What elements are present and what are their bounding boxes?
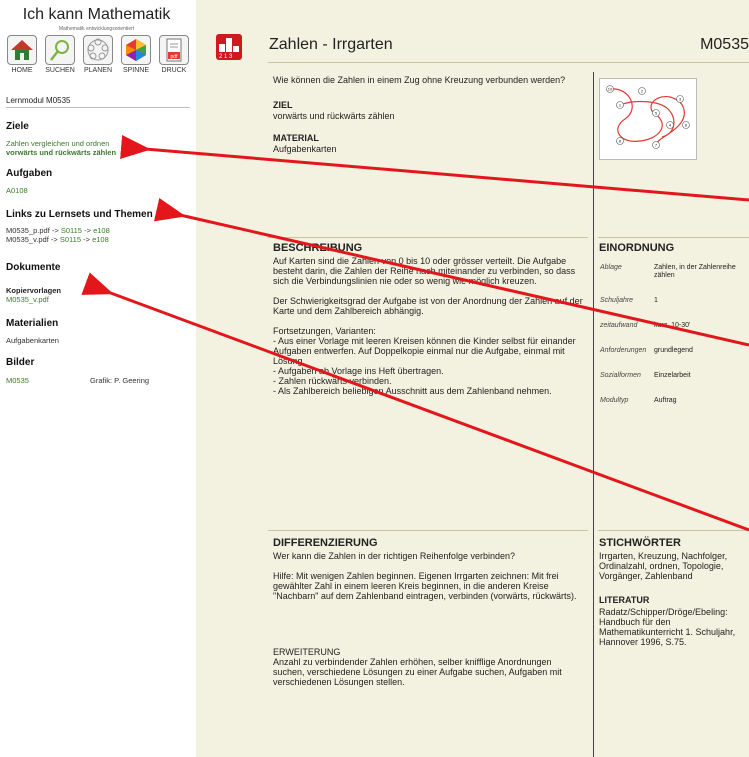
literatur-text: Radatz/Schipper/Dröge/Ebeling: Handbuch … xyxy=(599,607,736,647)
svg-text:pdf: pdf xyxy=(171,54,179,60)
einordnung-value: Auftrag xyxy=(654,397,677,404)
kopiervorlagen-label: Kopiervorlagen xyxy=(6,286,62,295)
lernset-link[interactable]: S0115 xyxy=(61,226,82,235)
material-item: Aufgabenkarten xyxy=(6,336,59,345)
einordnung-label: Anforderungen xyxy=(600,347,647,354)
module-id: Lernmodul M0535 xyxy=(6,96,71,105)
einordnung-value: Zahlen, in der Zahlenreihe zählen xyxy=(654,264,736,279)
pdf-print-icon: pdf xyxy=(159,35,189,65)
stichwoerter-text: Irrgarten, Kreuzung, Nachfolger, Ordinal… xyxy=(599,551,728,581)
ziel-text: vorwärts und rückwärts zählen xyxy=(273,111,395,121)
einordnung-label: Schuljahre xyxy=(600,297,634,304)
material-heading: MATERIAL xyxy=(273,133,319,143)
home-icon xyxy=(7,35,37,65)
einordnung-value: kurz, 10-30' xyxy=(654,322,691,329)
svg-text:2 1 3: 2 1 3 xyxy=(219,54,233,60)
ziele-heading: Ziele xyxy=(6,121,29,132)
bild-credit: Grafik: P. Geering xyxy=(90,376,150,385)
bild-link[interactable]: M0535 xyxy=(6,376,29,385)
ziel-link-1[interactable]: Zahlen vergleichen und ordnen xyxy=(6,139,109,148)
einordnung-label: Sozialformen xyxy=(600,372,641,379)
einordnung-label: zeitaufwand xyxy=(600,322,638,329)
aufgaben-heading: Aufgaben xyxy=(6,168,53,179)
einordnung-heading: EINORDNUNG xyxy=(599,242,675,254)
differenzierung-text: Wer kann die Zahlen in der richtigen Rei… xyxy=(273,551,577,601)
spider-icon xyxy=(121,35,151,65)
planner-icon xyxy=(83,35,113,65)
module-code: M0535 xyxy=(700,36,749,53)
links-heading: Links zu Lernsets und Themen xyxy=(6,209,153,220)
section-divider xyxy=(598,530,749,531)
differenzierung-heading: DIFFERENZIERUNG xyxy=(273,537,378,549)
stichwoerter-heading: STICHWÖRTER xyxy=(599,537,681,549)
dokumente-heading: Dokumente xyxy=(6,262,61,273)
brand-title[interactable]: Ich kann Mathematik xyxy=(0,6,193,24)
nav-druck[interactable]: pdf DRUCK xyxy=(157,35,191,75)
aufgabe-link[interactable]: A0108 xyxy=(6,186,28,195)
main-nav: HOME SUCHEN PLANEN SPINNE pdf DRUCK xyxy=(5,35,191,75)
literatur-heading: LITERATUR xyxy=(599,595,650,605)
beschreibung-heading: BESCHREIBUNG xyxy=(273,242,363,254)
maze-illustration: 10 2 3 1 5 4 6 8 7 xyxy=(606,85,690,149)
erweiterung-heading: ERWEITERUNG xyxy=(273,647,341,657)
maze-image[interactable]: 10 2 3 1 5 4 6 8 7 xyxy=(599,78,697,160)
ziel-heading: ZIEL xyxy=(273,100,293,110)
nav-planen[interactable]: PLANEN xyxy=(81,35,115,75)
document-link[interactable]: M0535_v.pdf xyxy=(6,295,49,304)
erweiterung-text: Anzahl zu verbindender Zahlen erhöhen, s… xyxy=(273,657,562,687)
title-divider xyxy=(268,62,749,63)
einordnung-value: Einzelarbeit xyxy=(654,372,691,379)
nav-suchen[interactable]: SUCHEN xyxy=(43,35,77,75)
thema-link[interactable]: e108 xyxy=(92,235,109,244)
materialien-heading: Materialien xyxy=(6,318,59,329)
ziel-link-2[interactable]: vorwärts und rückwärts zählen xyxy=(6,148,116,157)
svg-text:10: 10 xyxy=(608,87,613,92)
nav-spinne[interactable]: SPINNE xyxy=(119,35,153,75)
material-text: Aufgabenkarten xyxy=(273,144,337,154)
section-divider xyxy=(268,237,588,238)
thema-link[interactable]: e108 xyxy=(93,226,110,235)
section-divider xyxy=(268,530,588,531)
lernset-link[interactable]: S0115 xyxy=(60,235,81,244)
brand-subtitle: Mathematik entwicklungsorientiert xyxy=(58,26,135,32)
page-title: Zahlen - Irrgarten xyxy=(269,36,393,53)
bilder-heading: Bilder xyxy=(6,357,35,368)
column-divider xyxy=(593,72,594,757)
link-row-2: M0535_v.pdf -> S0115 -> e108 xyxy=(6,235,109,244)
einordnung-label: Modultyp xyxy=(600,397,629,404)
nav-home[interactable]: HOME xyxy=(5,35,39,75)
section-divider xyxy=(598,237,749,238)
link-row-1: M0535_p.pdf -> S0115 -> e108 xyxy=(6,226,110,235)
einordnung-label: Ablage xyxy=(600,264,622,271)
content-panel: 2 1 3 Zahlen - Irrgarten M0535 Wie könne… xyxy=(196,0,749,757)
beschreibung-text: Auf Karten sind die Zahlen von 0 bis 10 … xyxy=(273,256,583,396)
question-text: Wie können die Zahlen in einem Zug ohne … xyxy=(273,75,566,85)
module-badge-icon: 2 1 3 xyxy=(216,34,242,60)
magnifier-icon xyxy=(45,35,75,65)
einordnung-value: 1 xyxy=(654,297,658,304)
sidebar: Ich kann Mathematik Mathematik entwicklu… xyxy=(0,0,193,757)
divider xyxy=(6,107,190,108)
einordnung-value: grundlegend xyxy=(654,347,693,354)
